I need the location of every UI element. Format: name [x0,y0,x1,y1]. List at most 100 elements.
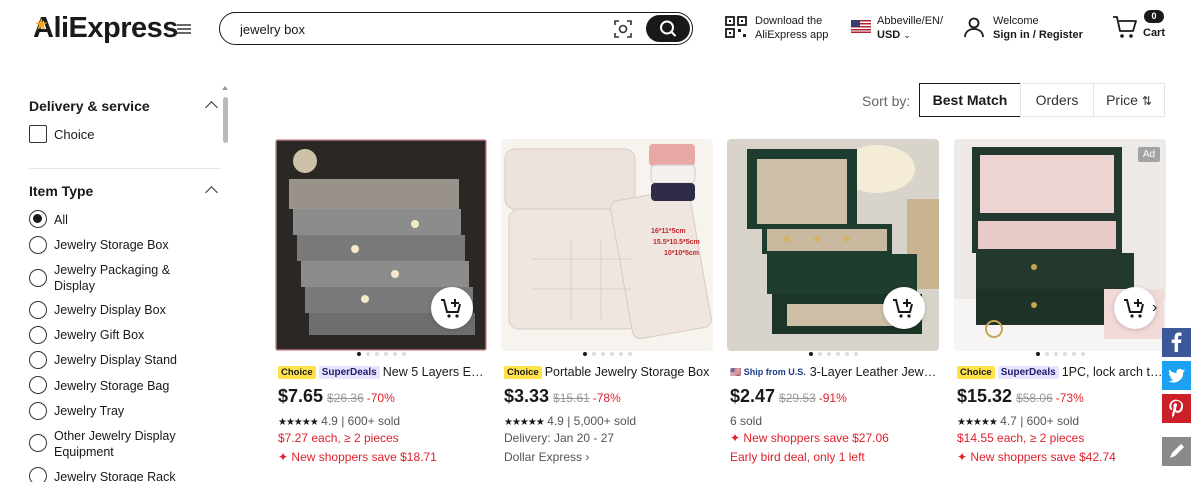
dollar-express-link[interactable]: Dollar Express › [504,450,589,464]
price-row: $7.65 $26.36 -70% [278,386,395,407]
radio-label[interactable]: Jewelry Tray [54,403,204,419]
product-title[interactable]: Choice Portable Jewelry Storage Box [504,365,713,381]
radio-label[interactable]: Jewelry Display Stand [54,352,204,368]
item-type-title[interactable]: Item Type [29,183,93,199]
delivery-date: Delivery: Jan 20 - 27 [504,431,615,445]
signin-register-link[interactable]: Sign in / Register [993,29,1083,41]
search-icon [660,20,676,37]
product-title[interactable]: 🇺🇸 Ship from U.S.3-Layer Leather Jewelry… [730,365,939,381]
radio-all[interactable] [29,210,47,228]
sort-best-match[interactable]: Best Match [919,83,1021,117]
welcome-text: Welcome [993,15,1039,27]
radio-label[interactable]: Other Jewelry Display Equipment [54,428,204,460]
sold-count: 600+ sold [1026,414,1080,428]
cart-label[interactable]: Cart [1143,27,1165,39]
product-card[interactable]: Ad › ChoiceSuperDeals1PC, lock arch thre… [954,139,1166,482]
chevron-right-icon: › [585,450,590,464]
edit-feedback-button[interactable] [1162,437,1191,466]
sidebar-scrollbar[interactable] [223,97,228,143]
add-to-cart-button[interactable] [883,287,925,329]
chevron-up-icon[interactable] [205,186,218,199]
sold-count: 6 sold [730,414,763,428]
image-carousel-dots[interactable] [275,352,487,358]
download-line1: Download the [755,15,823,27]
download-app-link[interactable]: Download the AliExpress app [755,14,828,42]
product-image[interactable]: Ad › [954,139,1166,351]
sort-price[interactable]: Price ⇅ [1093,83,1165,117]
next-image-arrow-icon[interactable]: › [1152,299,1157,317]
radio-label[interactable]: Jewelry Display Box [54,302,204,318]
choice-badge: Choice [504,366,542,379]
image-search-icon[interactable] [613,19,633,39]
radio-jewelry-gift-box[interactable] [29,326,47,344]
choice-checkbox[interactable] [29,125,47,143]
star-rating-icon: ★★★★★ [278,417,319,428]
radio-jewelry-storage-box[interactable] [29,236,47,254]
search-button[interactable] [646,15,690,42]
radio-other-display-equipment[interactable] [29,434,47,452]
locale-selector[interactable]: Abbeville/EN/ USD ⌄ [877,14,943,42]
chevron-up-icon[interactable] [205,101,218,114]
image-carousel-dots[interactable] [954,352,1166,358]
original-price: $26.36 [327,391,364,405]
radio-label[interactable]: Jewelry Storage Rack [54,469,204,482]
sort-orders[interactable]: Orders [1020,83,1094,117]
product-card[interactable]: ChoiceSuperDealsNew 5 Layers Extra Large… [275,139,487,482]
shipping-program: Dollar Express [504,450,583,464]
radio-label[interactable]: All [54,212,204,228]
add-to-cart-button[interactable] [1114,287,1156,329]
radio-label[interactable]: Jewelry Storage Box [54,237,204,253]
radio-label[interactable]: Jewelry Packaging & Display [54,262,204,294]
product-card[interactable]: 16*11*5cm 15.5*10.5*5cm 10*10*5cm Choice… [501,139,713,482]
search-input[interactable] [240,20,600,38]
pinterest-share-button[interactable] [1162,394,1191,423]
radio-label[interactable]: Jewelry Storage Bag [54,378,204,394]
radio-jewelry-tray[interactable] [29,402,47,420]
locale-line: Abbeville/EN/ [877,15,944,27]
pinterest-icon [1169,399,1184,418]
facebook-icon [1171,332,1182,352]
promo-text: ✦ New shoppers save $18.71 [278,450,437,464]
choice-checkbox-label[interactable]: Choice [54,127,94,142]
original-price: $15.61 [553,391,590,405]
price-row: $15.32 $58.06 -73% [957,386,1084,407]
product-image[interactable] [727,139,939,351]
rating-row: ★★★★★ 4.9 | 5,000+ sold [504,414,637,428]
early-bird-deal: Early bird deal, only 1 left [730,450,865,464]
radio-jewelry-storage-rack[interactable] [29,467,47,482]
radio-label[interactable]: Jewelry Gift Box [54,327,204,343]
product-title[interactable]: ChoiceSuperDealsNew 5 Layers Extra Large… [278,365,487,381]
add-to-cart-button[interactable] [431,287,473,329]
radio-jewelry-storage-bag[interactable] [29,376,47,394]
user-icon[interactable] [963,16,985,38]
qr-code-icon[interactable] [725,16,747,38]
product-card[interactable]: 🇺🇸 Ship from U.S.3-Layer Leather Jewelry… [727,139,939,482]
menu-icon[interactable] [177,22,191,36]
cart-icon[interactable] [1112,14,1138,40]
discount: -91% [818,391,847,405]
product-image[interactable] [275,139,487,351]
star-rating-icon: ★★★★★ [957,417,998,428]
product-title-text: New 5 Layers Extra Large Jewelry Box [382,365,487,379]
product-title[interactable]: ChoiceSuperDeals1PC, lock arch three-lay… [957,365,1166,381]
radio-jewelry-display-box[interactable] [29,301,47,319]
sort-price-label: Price [1106,92,1138,108]
radio-jewelry-display-stand[interactable] [29,351,47,369]
product-image[interactable]: 16*11*5cm 15.5*10.5*5cm 10*10*5cm [501,139,713,351]
ship-from-label: Ship from U.S. [743,367,806,377]
aliexpress-logo[interactable]: ★ AliExpress [33,12,178,45]
scroll-up-arrow-icon[interactable] [222,86,228,90]
rating: 4.9 [321,414,338,428]
radio-jewelry-packaging-display[interactable] [29,269,47,287]
facebook-share-button[interactable] [1162,328,1191,357]
account-link[interactable]: Welcome Sign in / Register [993,14,1083,42]
product-title-text: 3-Layer Leather Jewelry Box [809,365,939,379]
image-carousel-dots[interactable] [501,352,713,358]
original-price: $58.06 [1016,391,1053,405]
product-title-text: Portable Jewelry Storage Box [544,365,710,379]
delivery-service-title[interactable]: Delivery & service [29,98,150,114]
rating: 4.7 [1000,414,1017,428]
twitter-share-button[interactable] [1162,361,1191,390]
image-carousel-dots[interactable] [727,352,939,358]
choice-badge: Choice [957,366,995,379]
